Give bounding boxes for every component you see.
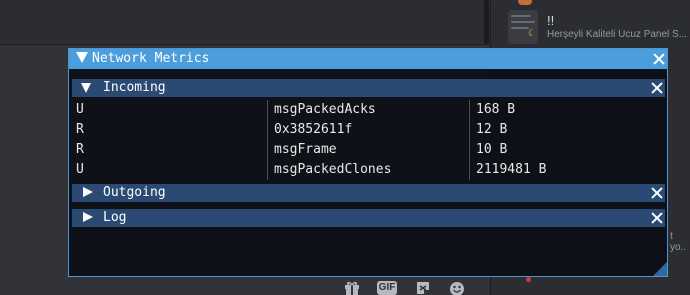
- gif-label: GIF: [376, 281, 398, 295]
- thumbnail-line: [511, 27, 529, 29]
- name-cell: msgPackedAcks: [274, 102, 376, 117]
- table-row: U msgPackedClones 2119481 B: [72, 160, 665, 180]
- outgoing-label: Outgoing: [103, 185, 166, 200]
- type-cell: U: [76, 102, 84, 117]
- close-icon[interactable]: [652, 83, 662, 93]
- close-icon[interactable]: [654, 54, 664, 64]
- thumbnail-line: [511, 21, 535, 23]
- sidebar-partial-text: t yo..: [670, 231, 687, 253]
- notification-dot: [526, 277, 531, 282]
- incoming-header[interactable]: Incoming: [72, 79, 665, 97]
- window-title: Network Metrics: [92, 51, 210, 66]
- collapsed-arrow-icon: [83, 212, 93, 222]
- sidebar-subtitle[interactable]: Herşeyli Kaliteli Ucuz Panel S...: [547, 29, 687, 40]
- type-cell: R: [76, 142, 84, 157]
- close-icon[interactable]: [652, 213, 662, 223]
- size-cell: 12 B: [476, 122, 508, 137]
- incoming-table: U msgPackedAcks 168 B R 0x3852611f 12 B …: [72, 100, 665, 180]
- moon-icon: ☾: [528, 29, 537, 39]
- thumbnail-line: [511, 15, 531, 17]
- size-cell: 10 B: [476, 142, 508, 157]
- app-top-bar: [0, 0, 490, 45]
- top-scrollbar[interactable]: [484, 0, 489, 44]
- outgoing-header[interactable]: Outgoing: [72, 184, 665, 202]
- name-cell: 0x3852611f: [274, 122, 353, 137]
- sidebar-title[interactable]: !!: [547, 13, 554, 28]
- gif-icon[interactable]: GIF: [376, 281, 398, 295]
- collapse-arrow-icon[interactable]: [76, 52, 88, 63]
- table-row: U msgPackedAcks 168 B: [72, 100, 665, 120]
- reaction-emoji-icon: [518, 0, 532, 5]
- resize-grip-icon[interactable]: [653, 262, 667, 276]
- table-row: R msgFrame 10 B: [72, 140, 665, 160]
- incoming-label: Incoming: [103, 80, 166, 95]
- sticker-icon[interactable]: [414, 281, 432, 295]
- gift-icon[interactable]: [343, 281, 361, 295]
- name-cell: msgFrame: [274, 142, 337, 157]
- collapsed-arrow-icon: [83, 187, 93, 197]
- size-cell: 2119481 B: [476, 162, 547, 177]
- expanded-arrow-icon: [81, 83, 91, 93]
- type-cell: R: [76, 122, 84, 137]
- emoji-icon[interactable]: [448, 281, 466, 295]
- close-icon[interactable]: [652, 188, 662, 198]
- type-cell: U: [76, 162, 84, 177]
- table-row: R 0x3852611f 12 B: [72, 120, 665, 140]
- log-label: Log: [103, 210, 127, 225]
- name-cell: msgPackedClones: [274, 162, 392, 177]
- network-metrics-window[interactable]: Network Metrics Incoming U msgPackedAcks…: [68, 48, 668, 277]
- log-header[interactable]: Log: [72, 209, 665, 227]
- size-cell: 168 B: [476, 102, 516, 117]
- window-title-bar[interactable]: Network Metrics: [69, 49, 667, 69]
